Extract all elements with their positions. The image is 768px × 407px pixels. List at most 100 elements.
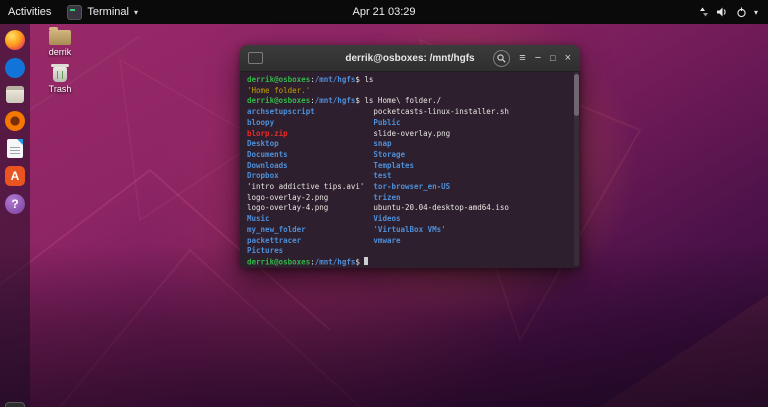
file-entry: logo-overlay-2.png — [247, 193, 373, 204]
top-bar: Activities Terminal ▾ Apr 21 03:29 ▾ — [0, 0, 768, 24]
ubuntu-software-icon: A — [5, 166, 25, 186]
dock-item-terminal[interactable] — [4, 402, 26, 407]
network-icon — [698, 7, 710, 17]
minimize-button[interactable]: − — [535, 53, 541, 64]
file-entry: Dropbox — [247, 171, 373, 182]
dock-item-firefox[interactable] — [4, 30, 26, 50]
prompt-user: derrik@osboxes — [247, 96, 310, 105]
power-icon — [736, 7, 747, 18]
desktop-icon-label: derrik — [38, 47, 82, 57]
help-icon: ? — [5, 194, 25, 214]
focused-app-menu[interactable]: Terminal ▾ — [59, 0, 146, 24]
search-button[interactable] — [493, 50, 510, 67]
menu-button[interactable]: ≡ — [519, 53, 525, 64]
hamburger-icon: ≡ — [519, 52, 525, 64]
software-letter: A — [11, 169, 20, 183]
file-entry: slide-overlay.png — [373, 129, 572, 140]
terminal-output: 'Home folder.' — [247, 86, 572, 97]
window-title: derrik@osboxes: /mnt/hgfs — [345, 53, 474, 64]
terminal-app-icon — [67, 5, 82, 20]
prompt-user: derrik@osboxes — [247, 257, 310, 266]
prompt-path: /mnt/hgfs — [315, 257, 356, 266]
chevron-down-icon: ▾ — [754, 8, 758, 17]
terminal-window: derrik@osboxes: /mnt/hgfs ≡ − □ — [240, 45, 580, 268]
file-entry: Pictures — [247, 246, 373, 257]
file-entry: trizen — [373, 193, 572, 204]
system-tray[interactable]: ▾ — [692, 0, 764, 24]
terminal-line: derrik@osboxes:/mnt/hgfs$ls Home\ folder… — [247, 96, 572, 107]
desktop: Activities Terminal ▾ Apr 21 03:29 ▾ — [0, 0, 768, 407]
maximize-button[interactable]: □ — [550, 54, 555, 63]
file-entry: ubuntu-20.04-desktop-amd64.iso — [373, 203, 572, 214]
thunderbird-icon — [5, 58, 25, 78]
dock-item-rhythmbox[interactable] — [4, 111, 26, 131]
file-entry — [373, 246, 572, 257]
prompt-dollar: $ — [355, 257, 360, 266]
minimize-icon: − — [535, 52, 541, 64]
scrollbar-thumb[interactable] — [574, 74, 579, 116]
window-controls: ≡ − □ × — [493, 45, 571, 71]
file-entry: Desktop — [247, 139, 373, 150]
command-text: ls Home\ folder./ — [364, 96, 441, 105]
file-entry: tor-browser_en-US — [373, 182, 572, 193]
file-entry: vmware — [373, 236, 572, 247]
prompt-dollar: $ — [355, 96, 360, 105]
terminal-cursor — [364, 257, 369, 266]
terminal-icon — [5, 402, 25, 407]
file-entry: 'intro addictive tips.avi' — [247, 182, 373, 193]
desktop-icon-trash[interactable]: Trash — [38, 64, 82, 94]
maximize-icon: □ — [550, 53, 555, 63]
libreoffice-writer-icon — [7, 139, 23, 158]
new-tab-button[interactable] — [248, 52, 263, 64]
file-listing: archsetupscriptpocketcasts-linux-install… — [247, 107, 572, 257]
focused-app-label: Terminal — [87, 6, 129, 18]
trash-icon — [53, 67, 67, 82]
rhythmbox-icon — [5, 111, 25, 131]
file-entry: bloopy — [247, 118, 373, 129]
file-entry: my_new_folder — [247, 225, 373, 236]
file-entry: test — [373, 171, 572, 182]
desktop-icon-label: Trash — [38, 84, 82, 94]
file-entry: 'VirtualBox VMs' — [373, 225, 572, 236]
activities-label: Activities — [8, 6, 51, 18]
help-question-mark: ? — [11, 197, 18, 211]
scrollbar[interactable] — [574, 72, 579, 266]
prompt-dollar: $ — [355, 75, 360, 84]
terminal-line: derrik@osboxes:/mnt/hgfs$ls — [247, 75, 572, 86]
activities-button[interactable]: Activities — [0, 0, 59, 24]
titlebar[interactable]: derrik@osboxes: /mnt/hgfs ≡ − □ — [240, 45, 580, 72]
close-icon: × — [565, 52, 571, 64]
file-entry: Public — [373, 118, 572, 129]
prompt-path: /mnt/hgfs — [315, 75, 356, 84]
dock-item-ubuntu-software[interactable]: A — [4, 166, 26, 186]
dock: A ? — [0, 24, 30, 407]
folder-icon — [49, 30, 71, 45]
command-text: ls — [364, 75, 373, 84]
prompt-path: /mnt/hgfs — [315, 96, 356, 105]
file-entry: Downloads — [247, 161, 373, 172]
file-entry: Music — [247, 214, 373, 225]
file-entry: logo-overlay-4.png — [247, 203, 373, 214]
dock-item-help[interactable]: ? — [4, 194, 26, 214]
file-entry: Videos — [373, 214, 572, 225]
files-icon — [6, 86, 24, 103]
volume-icon — [717, 7, 729, 17]
clock[interactable]: Apr 21 03:29 — [343, 0, 426, 24]
terminal-content[interactable]: derrik@osboxes:/mnt/hgfs$ ls 'Home folder… — [240, 72, 580, 268]
file-entry: snap — [373, 139, 572, 150]
file-entry: archsetupscript — [247, 107, 373, 118]
close-button[interactable]: × — [565, 53, 571, 64]
file-entry: pocketcasts-linux-installer.sh — [373, 107, 572, 118]
desktop-icon-derrik[interactable]: derrik — [38, 27, 82, 57]
dock-item-thunderbird[interactable] — [4, 58, 26, 78]
firefox-icon — [5, 30, 25, 50]
file-entry: blorp.zip — [247, 129, 373, 140]
file-entry: packettracer — [247, 236, 373, 247]
dock-item-files[interactable] — [4, 86, 26, 103]
prompt-user: derrik@osboxes — [247, 75, 310, 84]
file-entry: Templates — [373, 161, 572, 172]
file-entry: Documents — [247, 150, 373, 161]
dock-item-libreoffice[interactable] — [4, 139, 26, 158]
terminal-line: derrik@osboxes:/mnt/hgfs$ — [247, 257, 572, 268]
file-entry: Storage — [373, 150, 572, 161]
